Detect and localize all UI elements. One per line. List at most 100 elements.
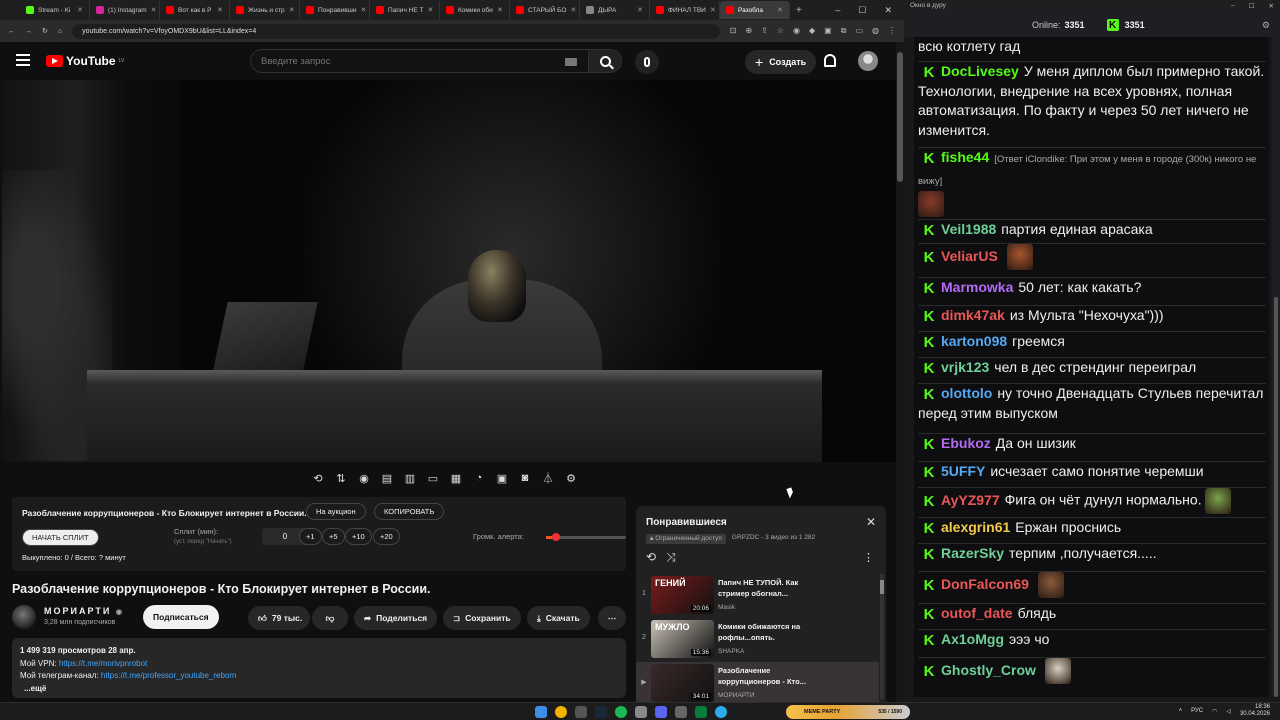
playlist-title[interactable]: Понравившиеся <box>646 517 727 528</box>
search-button[interactable] <box>588 49 622 73</box>
chat-scroll-thumb[interactable] <box>1274 297 1278 697</box>
browser-tab[interactable]: ДЫРА ✕ <box>580 1 650 19</box>
chat-username[interactable]: alexgrin61 <box>941 519 1010 535</box>
loop-playlist-icon[interactable]: ⟲ <box>646 550 656 565</box>
chat-username[interactable]: DonFalcon69 <box>941 576 1029 592</box>
share-icon[interactable]: ⇪ <box>761 26 768 36</box>
chrome-icon[interactable] <box>555 706 567 718</box>
home-icon[interactable]: ⌂ <box>58 28 62 35</box>
chat-username[interactable]: Ebukoz <box>941 435 991 451</box>
browser-tab[interactable]: Вот как в Р ✕ <box>160 1 230 19</box>
excel-icon[interactable] <box>695 706 707 718</box>
account-avatar[interactable] <box>858 51 878 71</box>
slider-handle[interactable] <box>551 533 560 541</box>
maximize-icon[interactable]: ☐ <box>858 5 866 16</box>
playlist-item[interactable]: 1 ГЕНИЙ 20:06 Папич НЕ ТУПОЙ. Как стример о… <box>636 574 879 616</box>
page-scroll-thumb[interactable] <box>897 52 903 182</box>
menu-icon[interactable] <box>16 54 30 66</box>
playlist-item[interactable]: 2 МУЖЛО 15:36 Комики обижаются на рофлы...о… <box>636 618 879 660</box>
url-field[interactable]: youtube.com/watch?v=VfoyOMDX9bU&list=LL&… <box>72 23 720 39</box>
volume-icon[interactable]: ◁ <box>1226 708 1231 715</box>
close-window-icon[interactable]: ✕ <box>884 5 892 16</box>
playlist-thumbnail[interactable]: МУЖЛО 15:36 <box>651 620 714 658</box>
playlist-scroll-thumb[interactable] <box>880 580 884 594</box>
app-icon[interactable] <box>635 706 647 718</box>
close-tab-icon[interactable]: ✕ <box>77 6 83 14</box>
speed-icon[interactable]: ◔ <box>471 470 487 486</box>
chat-username[interactable]: RazerSky <box>941 545 1004 561</box>
voice-search-button[interactable] <box>635 50 659 74</box>
install-icon[interactable]: ⊡ <box>730 26 737 36</box>
language-indicator[interactable]: РУС <box>1191 708 1203 714</box>
close-window-icon[interactable]: ✕ <box>1269 2 1274 11</box>
obs-icon[interactable] <box>575 706 587 718</box>
browser-tab[interactable]: Жизнь и стр ✕ <box>230 1 300 19</box>
maximize-icon[interactable]: ☐ <box>1249 2 1255 11</box>
discord-icon[interactable] <box>655 706 667 718</box>
flask-icon[interactable]: ⏃ <box>540 470 556 486</box>
browser-tab[interactable]: Комики оби ✕ <box>440 1 510 19</box>
playlist-thumbnail[interactable]: 34:01 <box>651 664 714 702</box>
back-icon[interactable]: ← <box>8 28 15 35</box>
add-20-button[interactable]: +20 <box>373 528 400 545</box>
close-tab-icon[interactable]: ✕ <box>361 6 367 14</box>
chat-username[interactable]: dimk47ak <box>941 307 1005 323</box>
search-input[interactable] <box>261 55 541 67</box>
app-icon[interactable] <box>675 706 687 718</box>
add-5-button[interactable]: +5 <box>322 528 345 545</box>
youtube-logo[interactable]: YouTube LV <box>46 54 124 68</box>
new-tab-button[interactable]: + <box>796 5 802 16</box>
steam-icon[interactable] <box>595 706 607 718</box>
camera-icon[interactable]: ◙ <box>517 470 533 486</box>
shuffle-icon[interactable]: ⤨ <box>666 550 676 565</box>
video-player[interactable] <box>2 80 897 462</box>
create-button[interactable]: + Создать <box>745 50 817 74</box>
telegram-link[interactable]: https://t.me/professor_youtube_reborn <box>101 671 237 680</box>
chat-username[interactable]: Ax1oMgg <box>941 631 1004 647</box>
chevron-up-icon[interactable]: ˄ <box>1179 708 1183 714</box>
audio-icon[interactable]: ◉ <box>356 470 372 486</box>
browser-tab[interactable]: СТАРЫЙ БО ✕ <box>510 1 580 19</box>
sort-icon[interactable]: ⇅ <box>333 470 349 486</box>
browser-tab[interactable]: Разобла ✕ <box>720 1 790 19</box>
more-actions-button[interactable]: ⋯ <box>598 606 626 630</box>
download-button[interactable]: ⤓ Скачать <box>527 606 590 630</box>
pip-icon[interactable]: ▣ <box>494 470 510 486</box>
add-1-button[interactable]: +1 <box>299 528 322 545</box>
telegram-icon[interactable] <box>715 706 727 718</box>
close-tab-icon[interactable]: ✕ <box>497 6 503 14</box>
browser-tab[interactable]: ФИНАЛ ТВИ ✕ <box>650 1 720 19</box>
playlist-thumbnail[interactable]: ГЕНИЙ 20:06 <box>651 576 714 614</box>
save-button[interactable]: ⊐ Сохранить <box>443 606 521 630</box>
extensions-puzzle-icon[interactable]: ⧉ <box>841 26 847 36</box>
chat-username[interactable]: outof_date <box>941 605 1013 621</box>
chat-username[interactable]: vrjk123 <box>941 359 989 375</box>
meme-party-widget[interactable]: MEME PARTY 535 / 1590 <box>786 705 910 719</box>
chat-username[interactable]: Marmowka <box>941 279 1013 295</box>
dislike-button[interactable]: 👎︎ <box>312 606 348 630</box>
browser-tab[interactable]: Stream - Ki ✕ <box>20 1 90 19</box>
forward-icon[interactable]: → <box>25 28 32 35</box>
film-icon[interactable]: ▥ <box>402 470 418 486</box>
screenshot-icon[interactable]: ▤ <box>379 470 395 486</box>
chat-username[interactable]: AyYZ977 <box>941 492 1000 508</box>
extension-icon[interactable]: ◆ <box>809 26 815 36</box>
split-view-icon[interactable]: ▭ <box>855 26 863 36</box>
close-tab-icon[interactable]: ✕ <box>777 6 783 14</box>
close-tab-icon[interactable]: ✕ <box>570 6 576 14</box>
chat-scrollbar[interactable] <box>1272 37 1280 697</box>
close-tab-icon[interactable]: ✕ <box>637 6 643 14</box>
chat-username[interactable]: olottolo <box>941 385 992 401</box>
chat-username[interactable]: DocLivesey <box>941 63 1019 79</box>
video-description[interactable]: 1 499 319 просмотров 28 апр. Мой VPN: ht… <box>12 638 626 698</box>
theater-icon[interactable]: ▭ <box>425 470 441 486</box>
start-icon[interactable] <box>535 706 547 718</box>
clock[interactable]: 18:36 30.04.2026 <box>1240 704 1270 718</box>
browser-menu-icon[interactable]: ⋮ <box>888 26 896 36</box>
vpn-link[interactable]: https://t.me/morivpnrobot <box>59 659 147 668</box>
chat-username[interactable]: Ghostly_Crow <box>941 662 1036 678</box>
minimize-icon[interactable]: – <box>1231 2 1235 11</box>
close-tab-icon[interactable]: ✕ <box>217 6 223 14</box>
keyboard-icon[interactable] <box>565 58 577 66</box>
close-tab-icon[interactable]: ✕ <box>289 6 295 14</box>
